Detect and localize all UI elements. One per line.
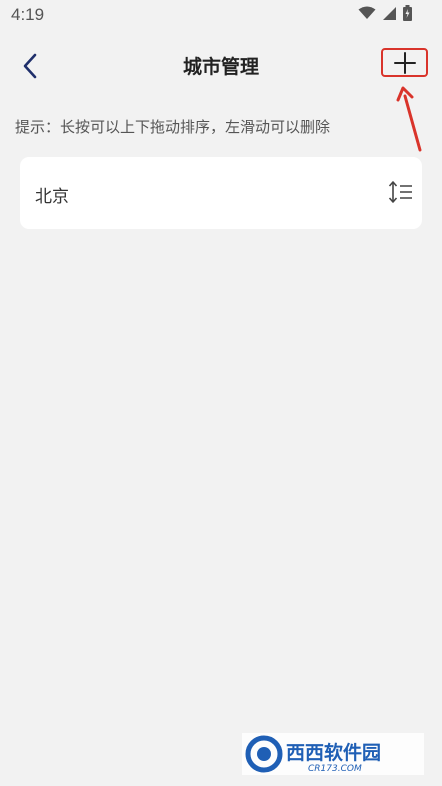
watermark-brand: 西西软件园 (286, 741, 381, 764)
watermark-url: CR173.COM (308, 764, 362, 774)
city-list-item[interactable]: 北京 (20, 157, 422, 229)
watermark-logo: 西西软件园 CR173.COM (242, 733, 424, 775)
wifi-icon (358, 6, 376, 19)
annotation-arrow (396, 86, 422, 152)
status-time: 4:19 (11, 5, 45, 24)
city-name: 北京 (35, 187, 69, 207)
sort-handle-icon[interactable] (388, 179, 414, 205)
signal-icon (383, 6, 396, 20)
add-city-button[interactable] (381, 48, 428, 77)
page-title: 城市管理 (182, 56, 259, 78)
hint-text: 提示：长按可以上下拖动排序，左滑动可以删除 (15, 118, 331, 136)
header-bar: 城市管理 (0, 40, 442, 92)
battery-icon (403, 5, 412, 21)
plus-icon (393, 51, 416, 74)
status-icons (358, 5, 412, 21)
status-bar: 4:19 (0, 0, 442, 30)
